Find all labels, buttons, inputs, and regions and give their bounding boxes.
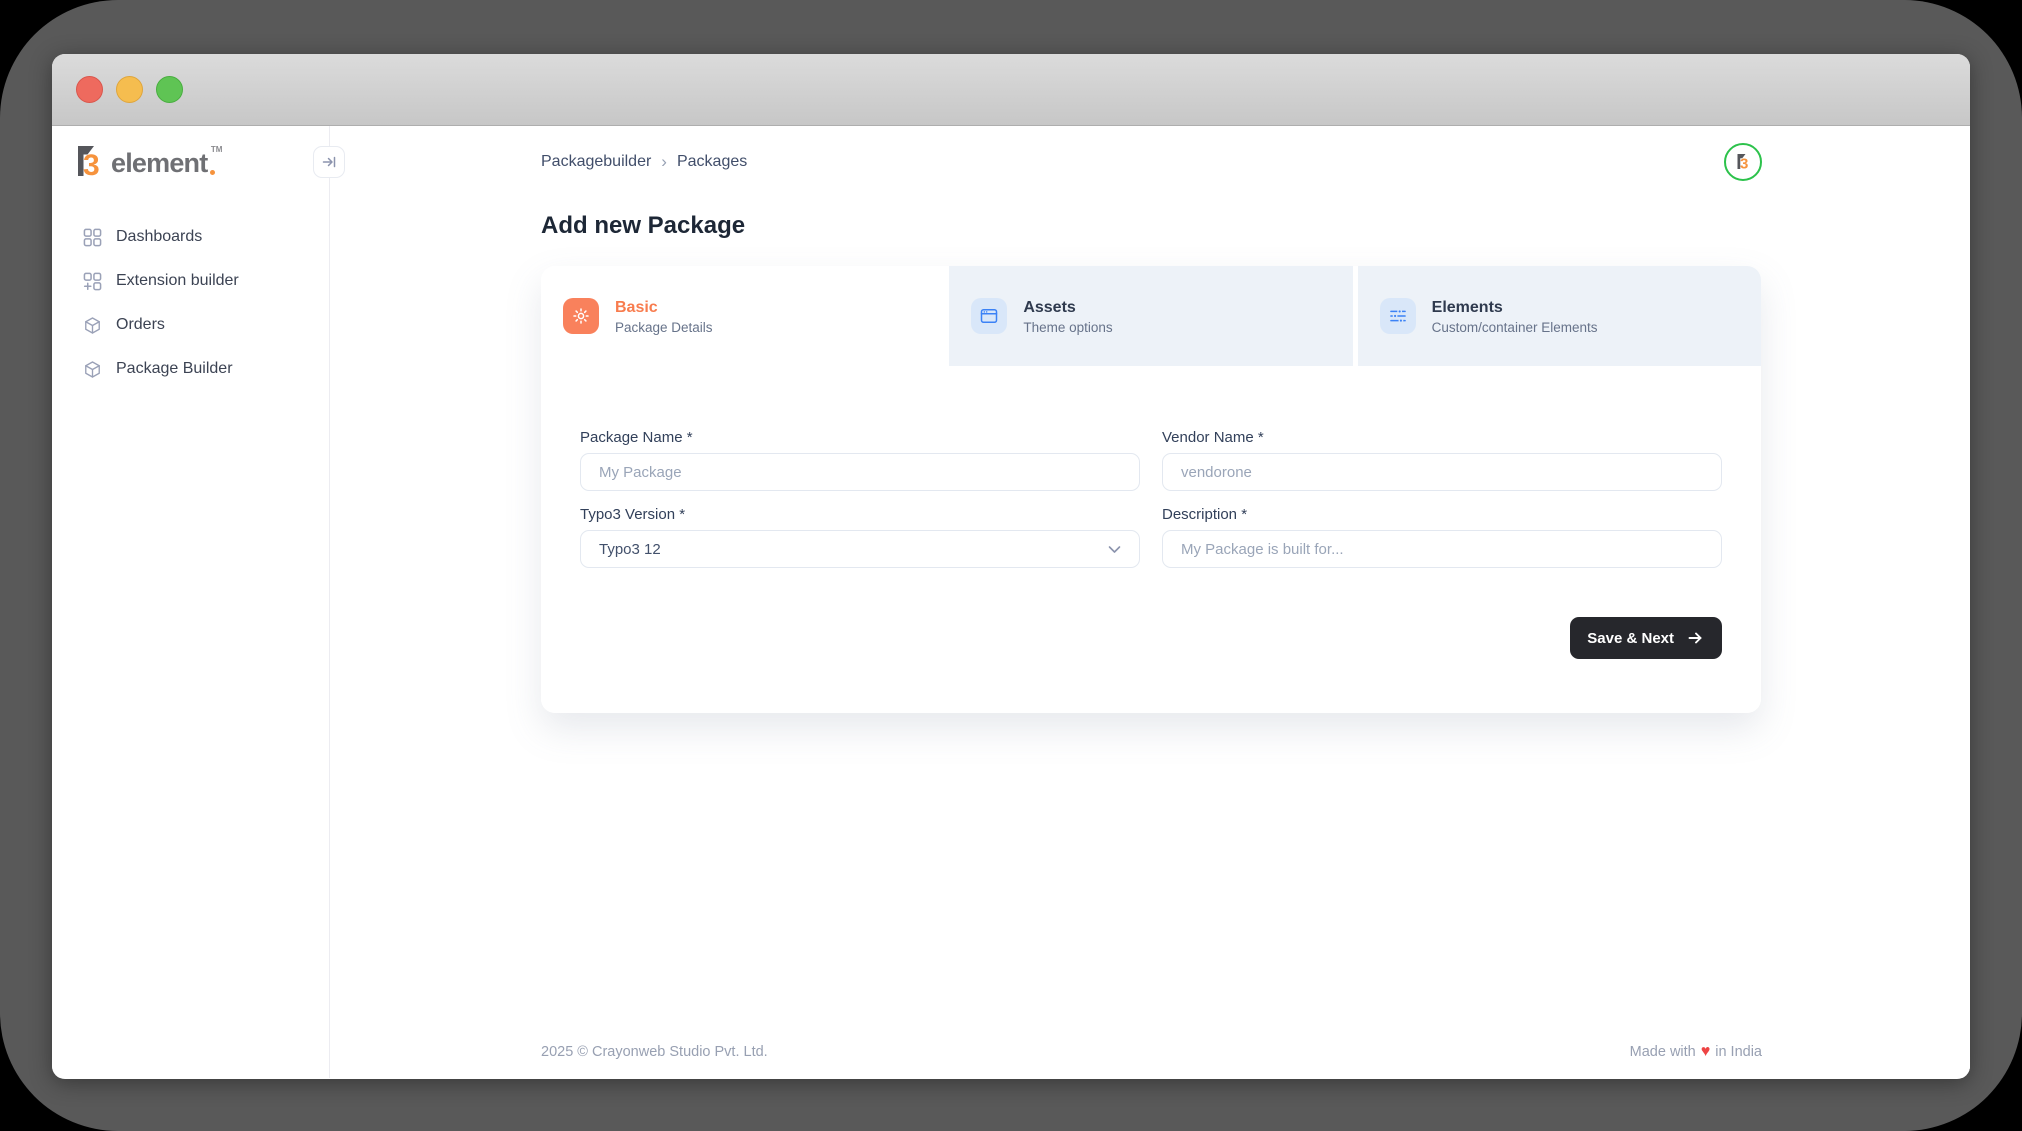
t3-avatar-icon: 3: [1736, 152, 1751, 172]
tab-label: Elements: [1432, 298, 1598, 318]
package-cube-icon: [83, 316, 102, 335]
vendor-name-input[interactable]: [1162, 453, 1722, 491]
trademark-label: TM: [211, 145, 223, 154]
tab-sublabel: Package Details: [615, 320, 713, 335]
tab-label: Basic: [615, 298, 713, 318]
brand-dot: [210, 170, 215, 175]
description-input[interactable]: [1162, 530, 1722, 568]
tab-assets[interactable]: Assets Theme options: [949, 266, 1352, 366]
breadcrumb-packagebuilder[interactable]: Packagebuilder: [541, 153, 651, 171]
save-next-button[interactable]: Save & Next: [1570, 617, 1722, 659]
package-form: Package Name * Vendor Name * Typo3 Versi…: [580, 429, 1722, 568]
vendor-name-field-group: Vendor Name *: [1162, 429, 1722, 491]
package-name-field-group: Package Name *: [580, 429, 1140, 491]
typo3-version-field-group: Typo3 Version * Typo3 12: [580, 506, 1140, 568]
chevron-down-icon: [1108, 545, 1121, 554]
tab-sublabel: Theme options: [1023, 320, 1112, 335]
svg-text:3: 3: [83, 149, 100, 182]
tab-panel-basic: Package Name * Vendor Name * Typo3 Versi…: [541, 366, 1761, 713]
made-with-text: Made with: [1630, 1044, 1696, 1060]
tab-icon-box: [563, 298, 599, 334]
grid-plus-icon: [83, 272, 102, 291]
in-india-text: in India: [1715, 1044, 1762, 1060]
close-window-button[interactable]: [76, 76, 103, 103]
collapse-sidebar-icon: [321, 154, 337, 170]
tab-sublabel: Custom/container Elements: [1432, 320, 1598, 335]
sidebar-item-dashboards[interactable]: Dashboards: [52, 215, 329, 259]
heart-icon: ♥: [1701, 1045, 1711, 1059]
grid-icon: [83, 228, 102, 247]
main-area: Packagebuilder › Packages 3 Add new Pack…: [330, 126, 1970, 1078]
minimize-window-button[interactable]: [116, 76, 143, 103]
tab-icon-box: [971, 298, 1007, 334]
brand-wordmark: element: [111, 148, 207, 178]
made-with-love: Made with ♥ in India: [1630, 1044, 1762, 1060]
form-actions: Save & Next: [580, 617, 1722, 659]
app-content: 3 element TM: [52, 126, 1970, 1078]
page-title: Add new Package: [541, 211, 1762, 241]
t3-logo-icon: 3: [75, 142, 105, 182]
sidebar-item-orders[interactable]: Orders: [52, 303, 329, 347]
sidebar-item-label: Package Builder: [116, 360, 233, 378]
package-form-card: Basic Package Details: [541, 266, 1761, 713]
svg-text:3: 3: [1740, 156, 1748, 173]
sliders-icon: [1388, 306, 1408, 326]
sidebar-item-label: Dashboards: [116, 228, 202, 246]
vendor-name-label: Vendor Name *: [1162, 429, 1722, 448]
sidebar-item-label: Extension builder: [116, 272, 239, 290]
save-next-label: Save & Next: [1587, 630, 1674, 647]
sidebar-collapse-button[interactable]: [313, 146, 345, 178]
user-avatar[interactable]: 3: [1724, 143, 1762, 181]
package-cube-icon: [83, 360, 102, 379]
maximize-window-button[interactable]: [156, 76, 183, 103]
sidebar-item-extension-builder[interactable]: Extension builder: [52, 259, 329, 303]
tab-strip: Basic Package Details: [541, 266, 1761, 366]
tab-label: Assets: [1023, 298, 1112, 318]
typo3-version-value: Typo3 12: [599, 541, 661, 558]
sidebar: 3 element TM: [52, 126, 330, 1078]
sidebar-item-label: Orders: [116, 316, 165, 334]
gear-icon: [571, 306, 591, 326]
breadcrumb: Packagebuilder › Packages: [541, 152, 747, 172]
copyright-text: 2025 © Crayonweb Studio Pvt. Ltd.: [541, 1044, 768, 1060]
brand-logo[interactable]: 3 element TM: [52, 126, 329, 199]
chevron-right-icon: ›: [661, 152, 667, 172]
typo3-version-label: Typo3 Version *: [580, 506, 1140, 525]
description-label: Description *: [1162, 506, 1722, 525]
tab-basic[interactable]: Basic Package Details: [541, 266, 944, 366]
typo3-version-select[interactable]: Typo3 12: [580, 530, 1140, 568]
package-name-label: Package Name *: [580, 429, 1140, 448]
tab-icon-box: [1380, 298, 1416, 334]
tab-elements[interactable]: Elements Custom/container Elements: [1358, 266, 1761, 366]
description-field-group: Description *: [1162, 506, 1722, 568]
app-window-icon: [979, 306, 999, 326]
header-row: Packagebuilder › Packages 3: [541, 143, 1762, 181]
breadcrumb-packages[interactable]: Packages: [677, 153, 747, 171]
sidebar-item-package-builder[interactable]: Package Builder: [52, 347, 329, 391]
page-footer: 2025 © Crayonweb Studio Pvt. Ltd. Made w…: [541, 1044, 1762, 1060]
arrow-right-icon: [1686, 629, 1705, 647]
package-name-input[interactable]: [580, 453, 1140, 491]
app-window: 3 element TM: [52, 54, 1970, 1079]
sidebar-nav: Dashboards Extension builder: [52, 215, 329, 391]
window-titlebar: [52, 54, 1970, 126]
device-frame: 3 element TM: [0, 0, 2022, 1131]
